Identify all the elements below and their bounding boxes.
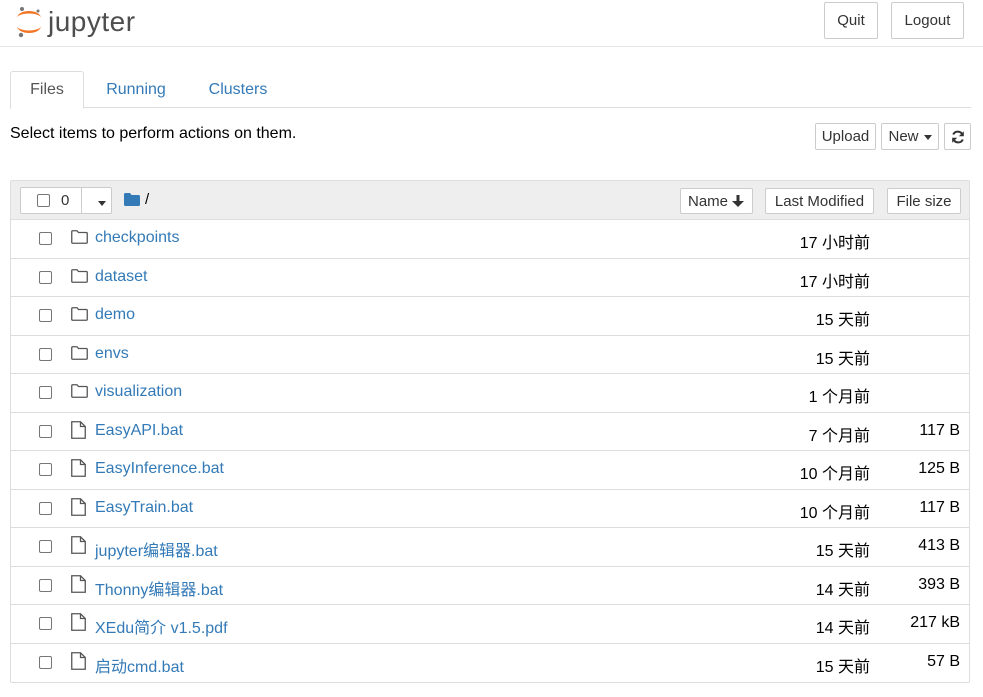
- last-modified: 17 小时前: [799, 273, 870, 291]
- file-name-link[interactable]: demo: [95, 306, 135, 324]
- row-checkbox[interactable]: [39, 309, 52, 322]
- tab-files[interactable]: Files: [10, 71, 84, 109]
- file-name-link[interactable]: EasyInference.bat: [95, 460, 224, 478]
- table-row[interactable]: checkpoints 17 小时前: [11, 220, 969, 259]
- row-checkbox[interactable]: [39, 347, 52, 361]
- file-icon: [71, 613, 86, 636]
- sort-by-name-button[interactable]: Name: [680, 188, 753, 214]
- table-row[interactable]: EasyTrain.bat 10 个月前 117 B: [11, 490, 969, 528]
- logout-button[interactable]: Logout: [891, 2, 964, 39]
- table-row[interactable]: XEdu简介 v1.5.pdf 14 天前 217 kB: [11, 605, 969, 644]
- file-name-link[interactable]: jupyter编辑器.bat: [95, 537, 218, 561]
- table-row[interactable]: jupyter编辑器.bat 15 天前 413 B: [11, 528, 969, 567]
- last-modified: 15 天前: [815, 658, 870, 676]
- row-checkbox[interactable]: [39, 578, 52, 592]
- refresh-icon: [951, 130, 964, 143]
- select-all-checkbox[interactable]: [37, 194, 50, 207]
- row-checkbox[interactable]: [39, 386, 52, 399]
- table-row[interactable]: demo 15 天前: [11, 297, 969, 336]
- file-size: 217 kB: [910, 614, 960, 631]
- upload-button[interactable]: Upload: [815, 123, 876, 150]
- folder-icon: [71, 268, 88, 288]
- last-modified: 7 个月前: [808, 427, 870, 445]
- folder-icon: [71, 345, 88, 365]
- file-icon: [71, 536, 86, 559]
- arrow-down-icon: [732, 195, 744, 207]
- tab-clusters[interactable]: Clusters: [196, 71, 280, 108]
- row-checkbox[interactable]: [39, 655, 52, 669]
- file-size: 413 B: [918, 537, 960, 554]
- last-modified: 15 天前: [815, 312, 870, 329]
- new-button-label: New: [888, 128, 919, 145]
- file-size: 125 B: [918, 460, 960, 477]
- last-modified: 17 小时前: [799, 235, 870, 252]
- row-checkbox[interactable]: [39, 270, 52, 284]
- table-row[interactable]: 启动cmd.bat 15 天前 57 B: [11, 644, 969, 683]
- sort-by-size-button[interactable]: File size: [887, 188, 961, 214]
- table-row[interactable]: visualization 1 个月前: [11, 374, 969, 413]
- file-rows: checkpoints 17 小时前 dataset 17 小时前 demo 1…: [11, 220, 969, 682]
- file-name-link[interactable]: dataset: [95, 268, 147, 286]
- caret-down-icon[interactable]: [98, 201, 106, 206]
- select-all-control[interactable]: 0: [20, 187, 112, 214]
- jupyter-logo-icon: [17, 7, 41, 38]
- tab-bar: Files Running Clusters: [10, 71, 971, 109]
- file-size: 393 B: [918, 575, 960, 593]
- header-bar: jupyter Quit Logout: [0, 0, 983, 47]
- row-checkbox[interactable]: [39, 232, 52, 245]
- tab-running[interactable]: Running: [94, 71, 178, 108]
- last-modified: 10 个月前: [799, 466, 870, 483]
- table-row[interactable]: EasyInference.bat 10 个月前 125 B: [11, 451, 969, 490]
- last-modified: 14 天前: [815, 581, 870, 599]
- file-size: 57 B: [927, 652, 960, 670]
- refresh-button[interactable]: [944, 123, 971, 150]
- file-icon: [71, 574, 86, 598]
- table-row[interactable]: envs 15 天前: [11, 336, 969, 374]
- file-name-link[interactable]: 启动cmd.bat: [95, 653, 184, 677]
- last-modified: 15 天前: [815, 543, 870, 560]
- row-checkbox[interactable]: [39, 540, 52, 553]
- folder-icon: [71, 230, 88, 249]
- breadcrumb[interactable]: /: [145, 191, 149, 208]
- file-list-header: 0 / Name Last Modified File size: [11, 181, 969, 220]
- instructions-text: Select items to perform actions on them.: [10, 125, 297, 142]
- sort-by-modified-button[interactable]: Last Modified: [765, 188, 874, 214]
- file-name-link[interactable]: EasyTrain.bat: [95, 499, 193, 517]
- last-modified: 15 天前: [815, 350, 870, 368]
- logo-text: jupyter: [48, 6, 136, 37]
- folder-icon: [71, 384, 88, 403]
- row-checkbox[interactable]: [39, 424, 52, 438]
- table-row[interactable]: dataset 17 小时前: [11, 259, 969, 297]
- selected-count: 0: [61, 192, 70, 209]
- file-list: 0 / Name Last Modified File size checkpo…: [10, 180, 970, 683]
- row-checkbox[interactable]: [39, 617, 52, 630]
- file-name-link[interactable]: Thonny编辑器.bat: [95, 576, 223, 600]
- folder-icon: [71, 307, 88, 326]
- last-modified: 10 个月前: [799, 504, 870, 522]
- file-name-link[interactable]: envs: [95, 345, 129, 363]
- file-size: 117 B: [919, 498, 960, 516]
- table-row[interactable]: Thonny编辑器.bat 14 天前 393 B: [11, 567, 969, 605]
- jupyter-logo[interactable]: jupyter: [14, 4, 136, 40]
- last-modified: 14 天前: [815, 620, 870, 637]
- file-icon: [71, 420, 86, 444]
- file-name-link[interactable]: XEdu简介 v1.5.pdf: [95, 614, 228, 638]
- file-icon: [71, 459, 86, 482]
- file-icon: [71, 497, 86, 521]
- file-name-link[interactable]: visualization: [95, 383, 182, 401]
- file-name-link[interactable]: EasyAPI.bat: [95, 422, 183, 440]
- new-button[interactable]: New: [881, 123, 939, 150]
- file-icon: [71, 651, 86, 675]
- folder-icon: [124, 193, 140, 206]
- last-modified: 1 个月前: [808, 389, 870, 406]
- table-row[interactable]: EasyAPI.bat 7 个月前 117 B: [11, 413, 969, 451]
- quit-button[interactable]: Quit: [824, 2, 878, 39]
- caret-down-icon: [923, 135, 932, 140]
- sort-name-label: Name: [687, 192, 728, 210]
- file-size: 117 B: [919, 421, 960, 439]
- file-name-link[interactable]: checkpoints: [95, 229, 180, 247]
- divider: [81, 188, 82, 213]
- row-checkbox[interactable]: [39, 501, 52, 515]
- row-checkbox[interactable]: [39, 463, 52, 476]
